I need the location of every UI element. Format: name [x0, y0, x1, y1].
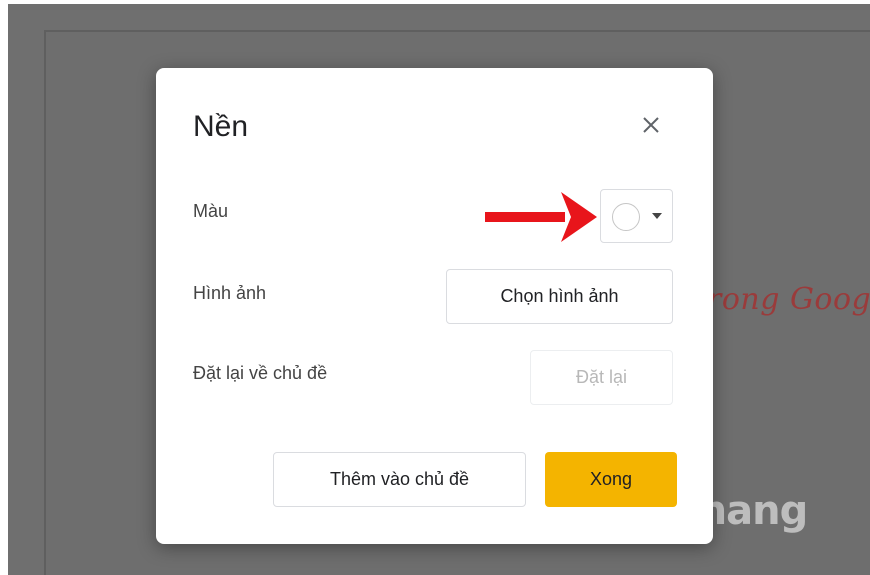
color-swatch	[612, 203, 640, 231]
image-label: Hình ảnh	[193, 283, 267, 303]
annotation-arrow-icon	[485, 192, 597, 242]
background-dialog: Nền Màu Hình ảnh Chọn hình ảnh Đặt lại v…	[156, 68, 713, 544]
done-button[interactable]: Xong	[545, 452, 677, 507]
add-to-theme-button[interactable]: Thêm vào chủ đề	[273, 452, 526, 507]
color-picker-button[interactable]	[600, 189, 673, 243]
choose-image-button[interactable]: Chọn hình ảnh	[446, 269, 673, 324]
close-icon[interactable]	[636, 110, 666, 140]
dialog-title: Nền	[193, 110, 249, 143]
color-label: Màu	[193, 201, 229, 221]
reset-button[interactable]: Đặt lại	[530, 350, 673, 405]
chevron-down-icon	[652, 213, 662, 219]
reset-to-theme-label: Đặt lại về chủ đề	[193, 363, 328, 383]
slide-title-text: rong Goog	[707, 282, 870, 317]
